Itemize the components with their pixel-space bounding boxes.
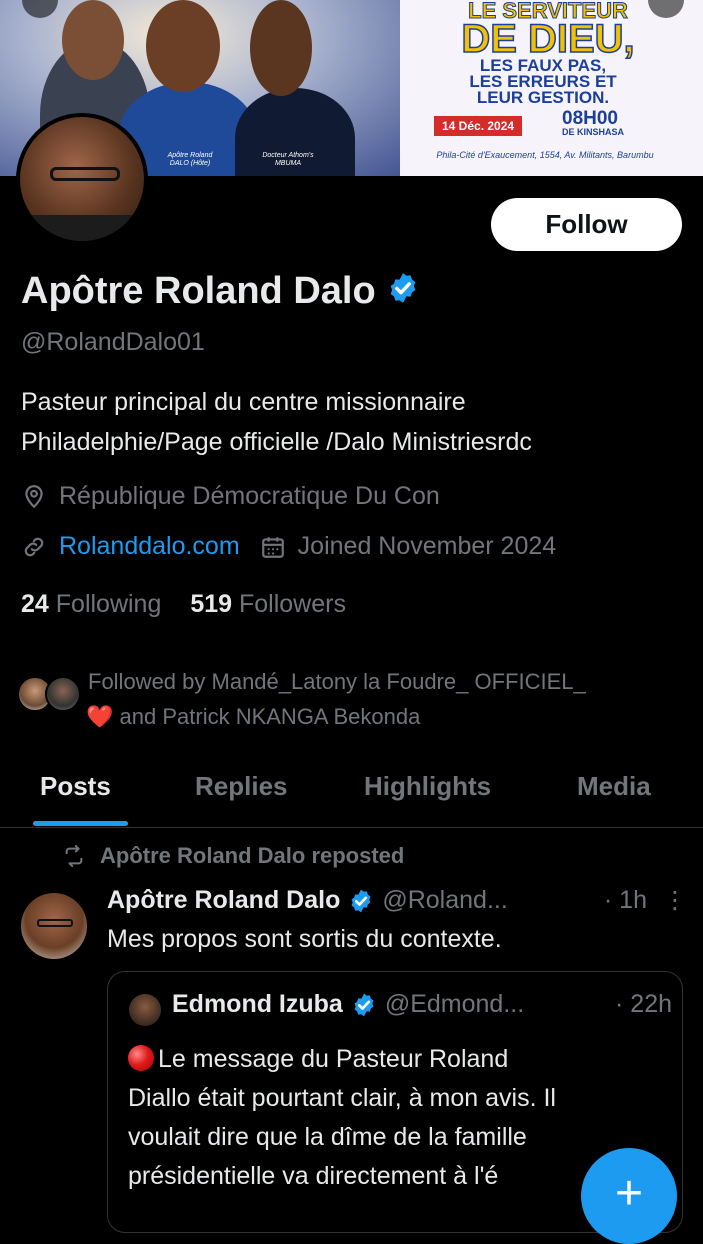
repost-icon [65,845,83,867]
banner-person-left-head [62,0,124,80]
banner-venue: Phila-Cité d'Exaucement, 1554, Av. Milit… [436,150,654,160]
quote-author-avatar [129,994,161,1026]
post-author-handle: @Roland... [382,886,508,914]
banner-caption-left: Apôtre Roland DALO (Hôte) [167,152,213,167]
quote-text-line1: Le message du Pasteur Roland [158,1045,509,1073]
quote-text-line3: voulait dire que la dîme de la famille [128,1123,527,1151]
banner-subtitle: LES FAUX PAS, LES ERREURS ET LEUR GESTIO… [408,57,678,107]
post-verified-badge-icon [348,888,374,914]
banner-person-center-head [146,0,220,92]
compose-post-button[interactable]: + [581,1148,677,1244]
post-author-avatar[interactable] [21,893,87,959]
banner-time-zone: DE KINSHASA [562,127,625,137]
post-author-name[interactable]: Apôtre Roland Dalo [107,886,340,915]
profile-handle: @RolandDalo01 [21,328,205,356]
banner-caption-right: Docteur Athom's MBUMA [262,152,314,167]
banner-time-value: 08H00 [562,108,618,129]
profile-location: République Démocratique Du Con [21,482,440,511]
tab-replies[interactable]: Replies [195,771,288,802]
repost-label: Apôtre Roland Dalo reposted [62,843,404,869]
tab-posts[interactable]: Posts [40,771,111,802]
avatar-shirt [20,215,144,241]
quote-header: Edmond Izuba @Edmond... · 22h [172,990,672,1019]
following-link[interactable]: 24 Following [21,590,161,618]
followers-label: Followers [239,590,346,618]
quote-time: · 22h [615,990,672,1018]
post-header: Apôtre Roland Dalo @Roland... · 1h ⋮ [107,886,687,915]
post-more-options-icon[interactable]: ⋮ [663,886,687,915]
calendar-icon [261,536,284,558]
quote-author-handle: @Edmond... [384,990,525,1018]
heart-icon: ❤️ [86,704,114,729]
bio-line1: Pasteur principal du centre missionnaire [21,388,466,416]
tab-highlights[interactable]: Highlights [364,771,491,802]
followed-by-text[interactable]: Followed by Mandé_Latony la Foudre_ OFFI… [86,664,688,734]
banner-time: 08H00 DE KINSHASA [562,108,625,137]
profile-name: Apôtre Roland Dalo [21,270,420,315]
profile-avatar-photo [20,117,144,241]
quote-verified-badge-icon [351,992,377,1018]
bio-line2: Philadelphie/Page officielle /Dalo Minis… [21,428,532,456]
tab-media[interactable]: Media [577,771,651,802]
website-link[interactable]: Rolanddalo.com [59,532,240,561]
quote-text-line1-row: Le message du Pasteur Roland [128,1040,668,1079]
quote-author-name: Edmond Izuba [172,990,343,1018]
followers-link[interactable]: 519 Followers [190,590,346,618]
banner-promo-panel: LE SERVITEUR DE DIEU, LES FAUX PAS, LES … [400,0,703,176]
followed-by-line1: Followed by Mandé_Latony la Foudre_ OFFI… [88,669,586,694]
post-avatar-glasses [37,919,73,927]
profile-name-text: Apôtre Roland Dalo [21,270,376,312]
verified-badge-icon [386,271,420,315]
follow-button[interactable]: Follow [491,198,682,251]
following-label: Following [55,590,162,618]
link-icon [24,537,44,556]
profile-avatar[interactable] [16,113,148,245]
red-circle-icon [128,1045,154,1071]
joined-date: Joined November 2024 [297,532,557,560]
followers-count: 519 [190,590,233,618]
banner-date-badge: 14 Déc. 2024 [434,116,523,136]
banner-person-right-head [250,0,312,96]
follow-counts: 24 Following 519 Followers [21,590,346,619]
plus-icon: + [614,1167,644,1220]
location-text: République Démocratique Du Con [59,482,440,510]
followed-by-line2-row: ❤️ and Patrick NKANGA Bekonda [86,699,688,734]
post-text: Mes propos sont sortis du contexte. [107,925,502,953]
repost-label-text: Apôtre Roland Dalo reposted [100,843,405,868]
active-tab-indicator [33,821,128,826]
banner-title-line2: DE DIEU, [461,17,636,61]
profile-tabs: Posts Replies Highlights Media [0,765,703,828]
profile-link-joined-row: Rolanddalo.com Joined November 2024 [21,532,556,561]
followed-by-line2: and Patrick NKANGA Bekonda [119,704,421,729]
location-pin-icon [25,484,43,508]
banner-subtitle-line3: LEUR GESTION. [476,88,610,107]
post-time: · 1h [603,886,647,914]
profile-bio: Pasteur principal du centre missionnaire… [21,382,691,462]
quote-text-line2: Diallo était pourtant clair, à mon avis.… [128,1084,556,1112]
follower-avatar-2 [45,676,81,712]
following-count: 24 [21,590,49,618]
avatar-glasses [50,167,120,181]
